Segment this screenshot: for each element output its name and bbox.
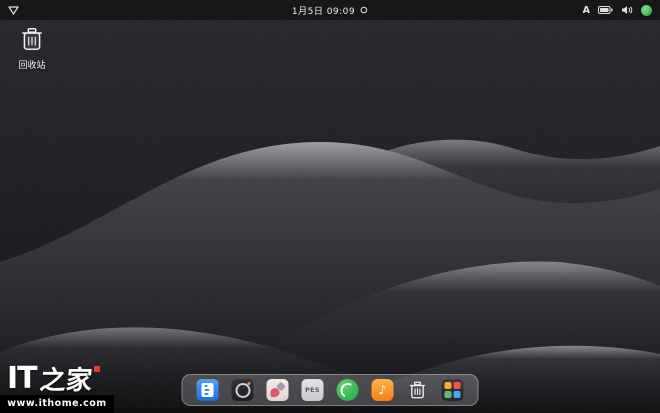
trash-icon: [407, 379, 429, 401]
trash-icon: [20, 26, 44, 56]
ithome-logo: IT 之家: [7, 364, 114, 394]
dock-item-camera[interactable]: [232, 379, 254, 401]
dock-item-launcher[interactable]: [442, 379, 464, 401]
topbar: 1月5日 09:09 A: [0, 0, 660, 20]
album-icon: [267, 379, 289, 401]
topbar-left: [8, 6, 19, 15]
volume-icon[interactable]: [621, 5, 633, 15]
dock-item-browser[interactable]: [337, 379, 359, 401]
pes-icon: PES: [302, 379, 324, 401]
ithome-logo-cn: 之家: [38, 368, 93, 394]
dock-item-music[interactable]: ♪: [372, 379, 394, 401]
recycle-bin-label: 回收站: [18, 58, 45, 71]
ithome-logo-seal: [94, 366, 100, 372]
dock-item-trash[interactable]: [407, 379, 429, 401]
multitasking-icon[interactable]: [8, 6, 19, 15]
datetime-label: 1月5日 09:09: [292, 4, 355, 17]
status-dot[interactable]: [641, 5, 652, 16]
music-note-glyph: ♪: [379, 384, 387, 396]
battery-icon[interactable]: [598, 6, 613, 14]
app-grid-icon: [442, 379, 464, 401]
dock-item-file-manager[interactable]: [197, 379, 219, 401]
desktop-screen: 1月5日 09:09 A: [0, 0, 660, 413]
file-manager-icon: [197, 379, 219, 401]
dock-item-album[interactable]: [267, 379, 289, 401]
music-icon: ♪: [372, 379, 394, 401]
recycle-bin-desktop-icon[interactable]: 回收站: [8, 26, 56, 71]
dock-item-pes[interactable]: PES: [302, 379, 324, 401]
ithome-watermark: IT 之家 www.ithome.com: [0, 364, 114, 413]
ithome-url: www.ithome.com: [0, 395, 114, 413]
browser-icon: [337, 379, 359, 401]
clock-area[interactable]: 1月5日 09:09: [292, 0, 368, 20]
pes-label: PES: [305, 386, 320, 394]
ithome-logo-it: IT: [7, 364, 37, 394]
input-method-indicator[interactable]: A: [583, 5, 590, 16]
topbar-tray: A: [583, 5, 652, 16]
weather-icon: [360, 6, 368, 14]
wallpaper: [0, 0, 660, 413]
dock: PES ♪: [182, 374, 479, 406]
camera-icon: [232, 379, 254, 401]
